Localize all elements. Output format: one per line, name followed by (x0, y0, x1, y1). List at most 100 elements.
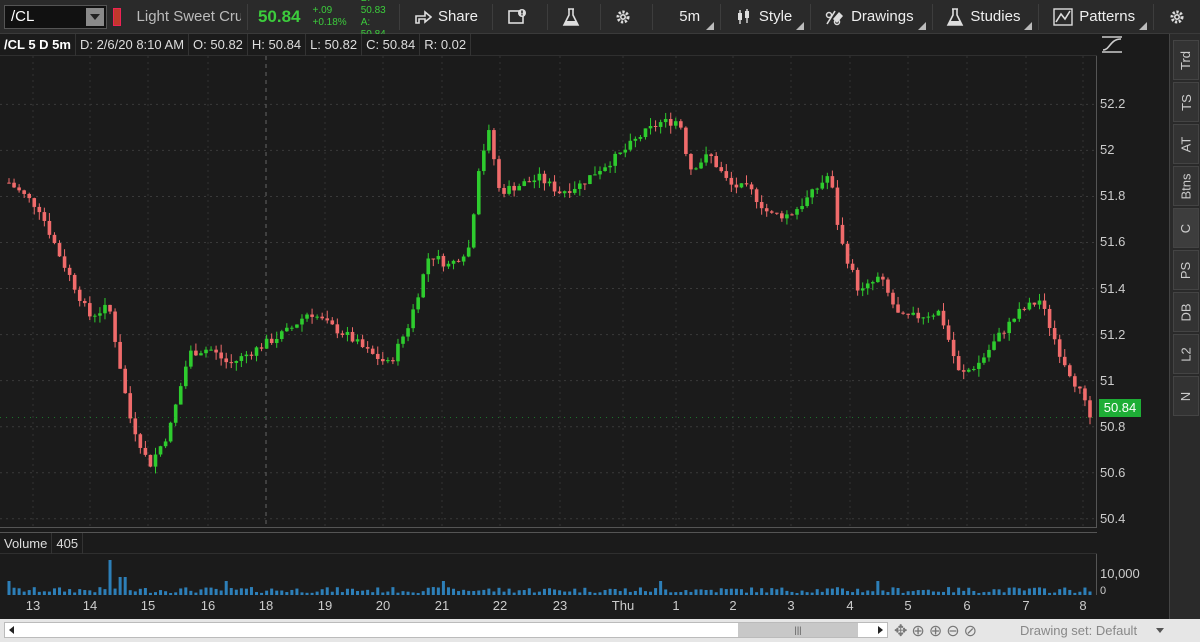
candle-body (77, 289, 82, 301)
zoom-reset-icon[interactable]: ⊘ (964, 621, 977, 641)
zoom-out-icon[interactable]: ⊖ (946, 621, 959, 641)
candle-body (997, 332, 1001, 342)
volume-bar (1012, 587, 1016, 595)
candle (42, 207, 47, 227)
change-percent: +0.18% (312, 16, 347, 28)
volume-chart[interactable] (0, 554, 1097, 595)
candle-body (653, 126, 658, 128)
tab-ts[interactable]: TS (1173, 82, 1199, 122)
candle-body (67, 267, 72, 275)
tab-db[interactable]: DB (1173, 292, 1199, 332)
symbol-text: /CL (11, 8, 35, 25)
chevron-down-icon[interactable] (1156, 628, 1164, 633)
pan-icon[interactable]: ✥ (894, 621, 907, 641)
share-button[interactable]: Share (406, 0, 486, 34)
candle (679, 119, 683, 130)
candle-body (507, 185, 511, 194)
studies-button[interactable]: Studies (938, 0, 1033, 34)
time-tick-label: 1 (672, 598, 680, 613)
chart-trade-icon[interactable] (1100, 36, 1124, 54)
volume-bar (876, 581, 880, 595)
timeframe-button[interactable]: 5m (659, 0, 714, 34)
candle (527, 176, 532, 183)
tab-l2[interactable]: L2 (1173, 334, 1199, 374)
time-tick-label: 16 (200, 598, 216, 613)
volume-bar (7, 581, 11, 595)
candle (835, 180, 840, 231)
candle-body (168, 422, 173, 442)
candle-body (1037, 300, 1042, 305)
notes-button[interactable] (499, 0, 541, 34)
horizontal-scrollbar[interactable]: ||| (4, 622, 888, 638)
candle (461, 254, 466, 266)
volume-bar (1017, 588, 1021, 595)
candle-body (562, 191, 567, 194)
candle-body (699, 162, 703, 169)
chart-title[interactable]: /CL 5 D 5m (0, 33, 76, 56)
candle (93, 313, 97, 323)
scroll-right-arrow-icon[interactable] (878, 626, 883, 634)
candle (668, 112, 673, 134)
price-tick-label: 51.6 (1100, 234, 1126, 250)
time-axis[interactable]: 13 14 15 16 18 19 20 21 22 23 Thu 1 2 3 4 5 6 7 8 (0, 595, 1097, 619)
candle-body (946, 325, 951, 340)
candle-body (790, 214, 794, 216)
symbol-dropdown-button[interactable] (85, 7, 104, 26)
price-change: +.09 +0.18% (312, 5, 346, 29)
volume-bar (750, 587, 754, 595)
candle-body (370, 348, 375, 354)
zoom-in-icon[interactable]: ⊕ (929, 621, 942, 641)
scroll-left-arrow-icon[interactable] (9, 626, 14, 634)
price-chart[interactable] (0, 56, 1097, 528)
candle (734, 177, 739, 194)
candle (972, 366, 976, 372)
tab-c[interactable]: C (1173, 208, 1199, 248)
time-tick-label: 21 (434, 598, 450, 613)
volume-bar (52, 588, 56, 595)
tab-ps[interactable]: PS (1173, 250, 1199, 290)
tab-n[interactable]: N (1173, 376, 1199, 416)
candle (381, 352, 385, 365)
patterns-button[interactable]: Patterns (1045, 0, 1148, 34)
drawing-set-select[interactable]: Drawing set: Default (1020, 622, 1170, 639)
tab-btns[interactable]: Btns (1173, 166, 1199, 206)
crosshair-icon[interactable]: ⊕ (911, 621, 924, 641)
scrollbar-thumb[interactable]: ||| (738, 623, 858, 637)
candle-body (88, 303, 92, 317)
candle (921, 317, 926, 325)
price-axis[interactable]: 52.2 52 51.8 51.6 51.4 51.2 51 50.8 50.6 50.4 (1097, 34, 1169, 594)
candle (300, 314, 304, 332)
settings-button-2[interactable] (1160, 0, 1200, 34)
candle (820, 175, 825, 190)
volume-bar (143, 588, 147, 595)
settings-button[interactable] (606, 0, 646, 34)
price-tick-label: 52.2 (1100, 96, 1126, 112)
volume-bar (947, 587, 951, 595)
candle-body (1032, 302, 1037, 305)
candle (153, 447, 158, 474)
studies-flask-icon (947, 7, 964, 26)
candle (279, 329, 284, 342)
volume-bar (548, 588, 551, 595)
tab-at[interactable]: AT (1173, 124, 1199, 164)
style-label: Style (758, 8, 793, 25)
candle (911, 306, 916, 316)
candle-body (608, 165, 612, 168)
symbol-input[interactable]: /CL (4, 4, 107, 29)
tab-trd[interactable]: Trd (1173, 40, 1199, 80)
style-button[interactable]: Style (727, 0, 805, 34)
candle (426, 253, 431, 282)
candle (997, 327, 1001, 342)
flask-button[interactable] (554, 0, 594, 34)
drawings-button[interactable]: Drawings (817, 0, 926, 34)
candle (391, 357, 395, 365)
candle (583, 183, 587, 191)
candle-body (350, 331, 355, 342)
candle-body (527, 181, 532, 183)
link-flag-icon[interactable] (112, 7, 121, 26)
candle-body (800, 206, 804, 210)
volume-bar (98, 587, 102, 595)
candle (684, 126, 688, 157)
tab-label: Trd (1178, 50, 1194, 70)
candle-body (1027, 302, 1032, 310)
